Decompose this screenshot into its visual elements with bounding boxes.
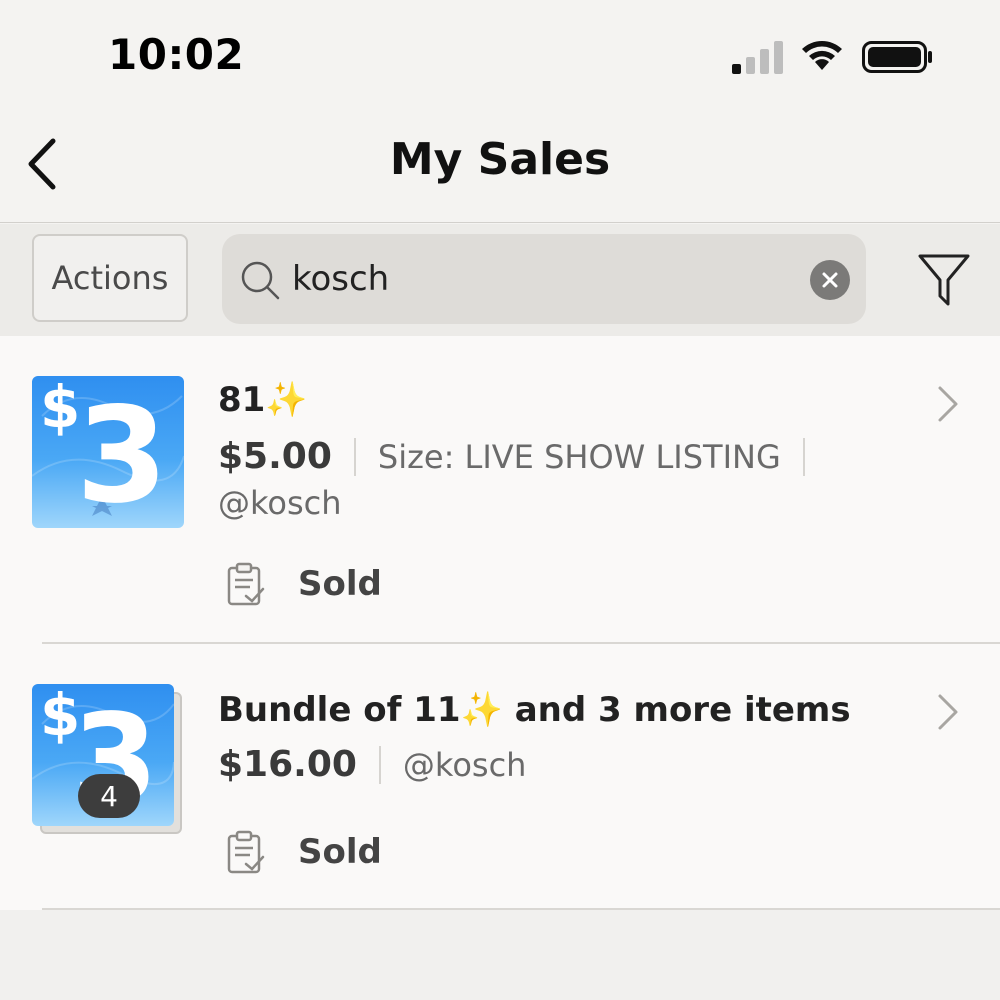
filter-icon[interactable] bbox=[914, 250, 974, 310]
search-icon bbox=[241, 261, 280, 300]
item-meta: $5.00 Size: LIVE SHOW LISTING bbox=[218, 436, 827, 477]
clear-icon bbox=[822, 272, 838, 288]
toolbar: Actions bbox=[0, 224, 1000, 336]
item-buyer: @kosch bbox=[218, 484, 342, 522]
thumb-number: 3 bbox=[76, 379, 168, 528]
signal-icon bbox=[732, 41, 783, 74]
chevron-right-icon bbox=[938, 694, 958, 730]
search-input[interactable] bbox=[292, 250, 792, 308]
status-bar: 10:02 bbox=[0, 0, 1000, 110]
sale-item[interactable]: $ 3 81✨ $5.00 Size: LIVE SHOW LISTING @k… bbox=[0, 336, 1000, 642]
item-status: Sold bbox=[226, 830, 382, 874]
meta-separator bbox=[353, 437, 356, 476]
actions-button[interactable]: Actions bbox=[32, 234, 188, 322]
meta-separator bbox=[378, 745, 381, 784]
sales-list: $ 3 81✨ $5.00 Size: LIVE SHOW LISTING @k… bbox=[0, 336, 1000, 910]
item-thumbnail: $ 3 bbox=[32, 376, 184, 528]
bundle-count-badge: 4 bbox=[78, 774, 140, 818]
clipboard-check-icon bbox=[227, 562, 265, 606]
status-text: Sold bbox=[298, 832, 382, 872]
item-size: Size: LIVE SHOW LISTING bbox=[377, 437, 781, 476]
nav-header: My Sales bbox=[0, 110, 1000, 223]
item-buyer: @kosch bbox=[402, 745, 527, 784]
my-sales-screen: 10:02 My Sales Actions kosch $ 3 81✨ $5.… bbox=[0, 0, 1000, 1000]
sale-item[interactable]: $ 3 4 Bundle of 11✨ and 3 more items $16… bbox=[0, 644, 1000, 910]
battery-icon bbox=[862, 41, 932, 73]
sparkle-emoji: ✨ bbox=[460, 690, 503, 730]
item-title-text: Bundle of 11 bbox=[218, 690, 461, 730]
item-title-suffix: and 3 more items bbox=[502, 690, 851, 730]
page-title: My Sales bbox=[389, 134, 611, 185]
sparkle-emoji: ✨ bbox=[265, 380, 308, 420]
status-time: 10:02 bbox=[108, 30, 245, 79]
empty-area bbox=[0, 910, 1000, 1000]
chevron-right-icon bbox=[938, 386, 958, 422]
item-price: $16.00 bbox=[218, 744, 357, 785]
item-title-text: 81 bbox=[218, 380, 266, 420]
thumb-dollar: $ bbox=[40, 376, 81, 441]
item-status: Sold bbox=[226, 562, 382, 606]
item-title: 81✨ bbox=[218, 380, 308, 420]
search-box[interactable] bbox=[222, 234, 866, 324]
clear-search-button[interactable] bbox=[810, 260, 850, 300]
meta-separator bbox=[802, 437, 805, 476]
item-title: Bundle of 11✨ and 3 more items bbox=[218, 690, 851, 730]
clipboard-check-icon bbox=[227, 830, 265, 874]
item-price: $5.00 bbox=[218, 436, 332, 477]
status-text: Sold bbox=[298, 564, 382, 604]
wifi-icon bbox=[802, 41, 842, 70]
item-meta: $16.00 @kosch bbox=[218, 744, 526, 785]
